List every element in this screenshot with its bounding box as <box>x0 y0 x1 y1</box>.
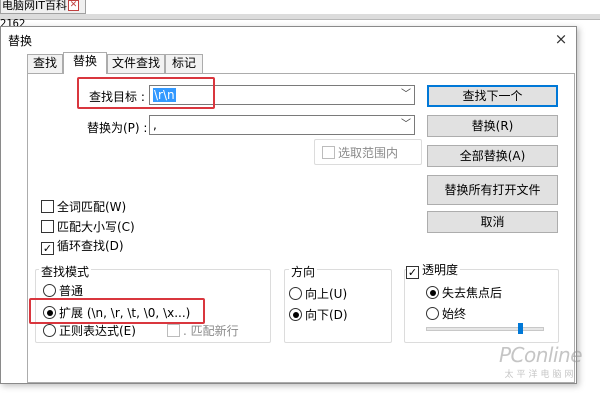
editor-tab-label: 电脑网IT百科 <box>2 0 67 12</box>
tab-find-in-files[interactable]: 文件查找 <box>107 54 165 73</box>
editor-toolbar-strip <box>0 14 600 20</box>
checkbox-icon <box>167 324 180 337</box>
cancel-button[interactable]: 取消 <box>427 211 558 233</box>
match-case-checkbox[interactable]: 匹配大小写(C) <box>41 220 135 234</box>
replace-all-button[interactable]: 全部替换(A) <box>427 145 558 167</box>
check-icon: ✓ <box>406 266 419 279</box>
always-label: 始终 <box>442 307 467 321</box>
watermark-subtitle: 太平洋电脑网 <box>504 370 577 380</box>
whole-word-label: 全词匹配(W) <box>57 200 127 214</box>
transparency-label: 透明度 <box>422 263 459 277</box>
radio-icon <box>43 284 56 297</box>
in-selection-label: 选取范围内 <box>338 146 399 160</box>
tab-find[interactable]: 查找 <box>27 54 63 73</box>
whole-word-checkbox[interactable]: 全词匹配(W) <box>41 200 126 214</box>
on-lose-focus-label: 失去焦点后 <box>442 286 503 300</box>
checkbox-icon <box>322 146 335 159</box>
checkbox-icon <box>41 200 54 213</box>
search-mode-title: 查找模式 <box>39 263 92 280</box>
replace-dialog: 替换 × 查找 替换 文件查找 标记 查找目标 : \r\n ﹀ 替换为(P) … <box>0 26 577 384</box>
radio-selected-icon <box>426 286 439 299</box>
highlight-box-extended <box>29 298 205 324</box>
radio-icon <box>43 324 56 337</box>
editor-tab[interactable]: 电脑网IT百科 ✕ <box>0 0 86 14</box>
replace-button[interactable]: 替换(R) <box>427 115 558 137</box>
transparency-slider-thumb[interactable] <box>518 323 524 334</box>
wrap-around-label: 循环查找(D) <box>57 239 124 253</box>
replace-all-open-files-button[interactable]: 替换所有打开文件 <box>427 175 558 205</box>
checkbox-icon <box>41 220 54 233</box>
direction-down-label: 向下(D) <box>305 308 348 322</box>
on-lose-focus-radio[interactable]: 失去焦点后 <box>426 286 502 300</box>
match-case-label: 匹配大小写(C) <box>57 220 135 234</box>
watermark: PConline 太平洋电脑网 <box>498 343 583 380</box>
replace-label: 替换为(P) : <box>87 121 148 135</box>
mode-regex-radio[interactable]: 正则表达式(E) <box>43 324 136 338</box>
transparency-slider-track[interactable] <box>426 327 544 331</box>
dot-matches-newline-checkbox[interactable]: . 匹配新行 <box>167 324 239 338</box>
direction-down-radio[interactable]: 向下(D) <box>289 308 348 322</box>
watermark-logo: PConline <box>498 343 583 367</box>
transparency-checkbox[interactable]: ✓ 透明度 <box>406 263 461 279</box>
dialog-title: 替换 <box>8 34 33 48</box>
tab-replace[interactable]: 替换 <box>63 52 107 74</box>
dot-matches-newline-label: . 匹配新行 <box>183 324 239 338</box>
in-selection-checkbox[interactable]: 选取范围内 <box>322 146 398 160</box>
mode-normal-label: 普通 <box>59 284 84 298</box>
tab-close-icon[interactable]: ✕ <box>67 0 79 11</box>
wrap-around-checkbox[interactable]: ✓ 循环查找(D) <box>41 239 124 255</box>
radio-icon <box>289 287 302 300</box>
radio-icon <box>426 307 439 320</box>
find-next-button[interactable]: 查找下一个 <box>427 85 558 107</box>
chevron-down-icon[interactable]: ﹀ <box>398 86 414 104</box>
transparency-group <box>404 269 559 343</box>
direction-group <box>284 269 392 343</box>
mode-normal-radio[interactable]: 普通 <box>43 284 83 298</box>
replace-input-value: , <box>153 118 157 132</box>
always-radio[interactable]: 始终 <box>426 307 466 321</box>
mode-regex-label: 正则表达式(E) <box>59 324 136 338</box>
chevron-down-icon[interactable]: ﹀ <box>398 116 414 134</box>
direction-up-label: 向上(U) <box>305 287 348 301</box>
highlight-box-find <box>77 77 215 109</box>
replace-input[interactable]: , ﹀ <box>149 115 415 135</box>
direction-up-radio[interactable]: 向上(U) <box>289 287 347 301</box>
tab-mark[interactable]: 标记 <box>165 54 203 73</box>
direction-title: 方向 <box>289 263 318 280</box>
check-icon: ✓ <box>41 242 54 255</box>
close-icon[interactable]: × <box>551 30 571 48</box>
radio-selected-icon <box>289 308 302 321</box>
dialog-titlebar[interactable]: 替换 × <box>1 27 576 51</box>
